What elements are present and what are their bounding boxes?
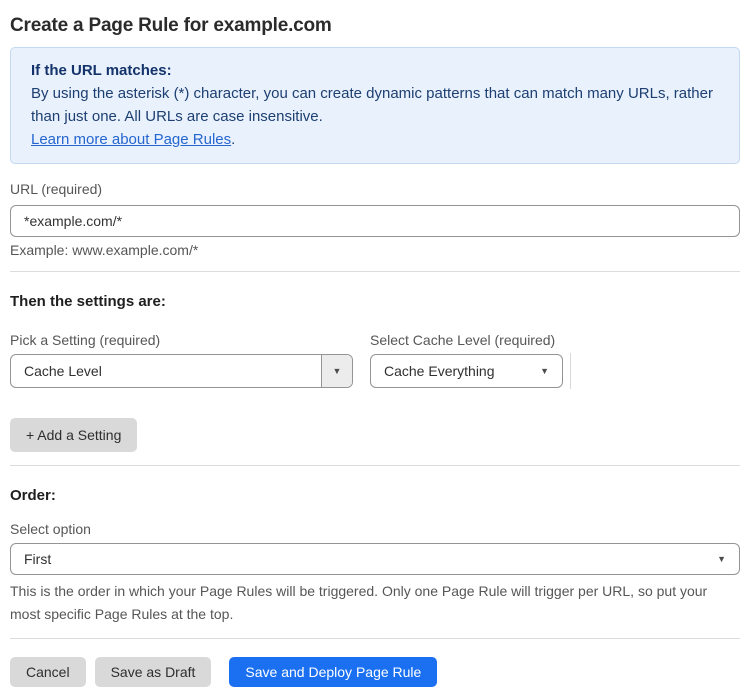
divider (10, 465, 740, 466)
setting-picker-value: Cache Level (24, 363, 102, 379)
vertical-divider (570, 353, 571, 389)
page-rule-form: Create a Page Rule for example.com If th… (0, 0, 750, 687)
dropdown-arrow-box[interactable]: ▼ (321, 355, 352, 387)
cache-level-value: Cache Everything (384, 363, 495, 379)
order-section-heading: Order: (10, 487, 56, 504)
order-help-text: This is the order in which your Page Rul… (10, 583, 708, 622)
caret-down-icon: ▼ (717, 553, 726, 564)
save-and-deploy-button[interactable]: Save and Deploy Page Rule (229, 657, 438, 687)
cancel-button[interactable]: Cancel (10, 657, 86, 687)
url-match-info-box: If the URL matches: By using the asteris… (10, 47, 740, 164)
info-box-link-line: Learn more about Page Rules. (31, 128, 719, 151)
order-dropdown[interactable]: First ▼ (10, 543, 740, 575)
cache-level-row: Cache Everything ▼ (370, 349, 571, 389)
learn-more-link[interactable]: Learn more about Page Rules (31, 131, 231, 148)
setting-picker-column: Pick a Setting (required) Cache Level ▼ (10, 332, 353, 388)
settings-row: Pick a Setting (required) Cache Level ▼ … (10, 332, 740, 389)
order-select-label: Select option (10, 521, 91, 537)
info-box-body: By using the asterisk (*) character, you… (31, 85, 713, 125)
cache-level-label: Select Cache Level (required) (370, 332, 556, 348)
divider (10, 638, 740, 639)
info-box-heading: If the URL matches: (31, 62, 172, 79)
setting-picker-label: Pick a Setting (required) (10, 332, 161, 348)
setting-picker-dropdown[interactable]: Cache Level ▼ (10, 354, 353, 388)
settings-section-heading: Then the settings are: (10, 293, 166, 310)
link-suffix: . (231, 131, 236, 148)
cache-level-dropdown[interactable]: Cache Everything ▼ (370, 354, 563, 388)
page-title: Create a Page Rule for example.com (10, 15, 332, 36)
add-setting-button[interactable]: + Add a Setting (10, 418, 138, 452)
footer-buttons: Cancel Save as Draft Save and Deploy Pag… (10, 657, 740, 687)
save-as-draft-button[interactable]: Save as Draft (94, 657, 212, 687)
divider (10, 271, 740, 272)
url-example-text: Example: www.example.com/* (10, 242, 199, 258)
url-input[interactable] (10, 205, 740, 237)
cache-level-column: Select Cache Level (required) Cache Ever… (370, 332, 571, 389)
caret-down-icon: ▼ (540, 365, 549, 376)
url-field-label: URL (required) (10, 181, 103, 197)
order-value: First (24, 551, 52, 567)
caret-down-icon: ▼ (332, 365, 342, 376)
